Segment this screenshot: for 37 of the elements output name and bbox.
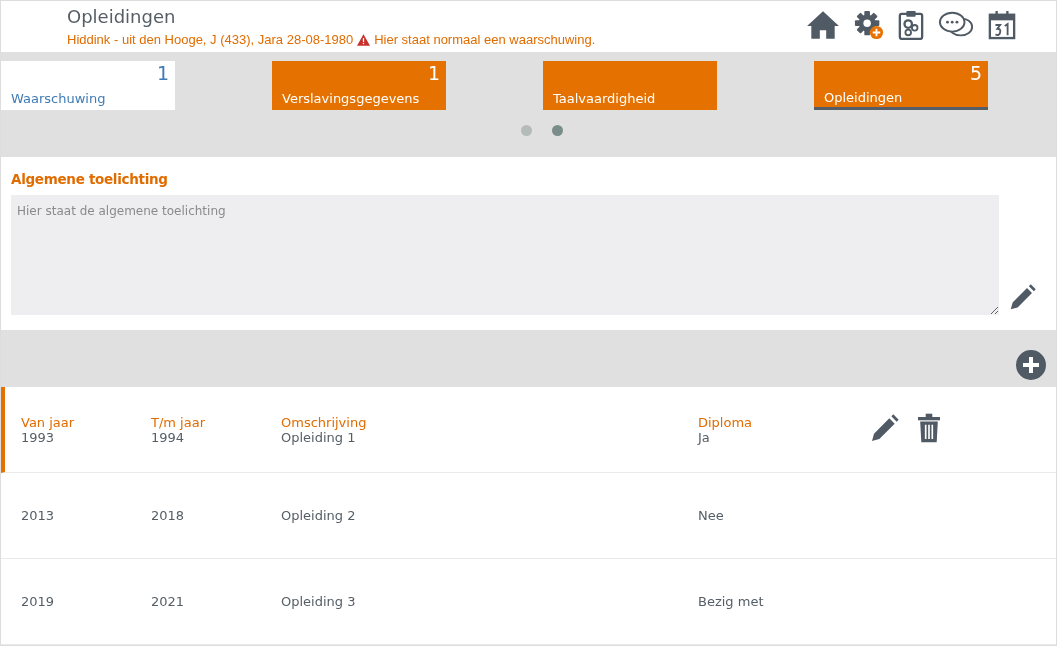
- tile-button[interactable]: 1 Waarschuwing: [1, 61, 175, 110]
- column-header: Van jaar: [21, 415, 76, 430]
- section-label: Algemene toelichting: [11, 171, 169, 187]
- table-cell-text: 2018: [151, 508, 186, 523]
- table-row[interactable]: 2019 2021 Opleiding 3 Bezig met: [1, 559, 1056, 645]
- table-cell-text: 1993: [21, 430, 56, 445]
- add-icon[interactable]: [1016, 350, 1046, 380]
- table-row[interactable]: 2013 2018 Opleiding 2 Nee: [1, 473, 1056, 559]
- gear-plus-icon[interactable]: [854, 10, 884, 40]
- clipboard-gears-icon[interactable]: [898, 10, 924, 40]
- table-cell-text: 2013: [21, 508, 56, 523]
- column-header: Diploma: [698, 415, 754, 430]
- calendar-icon[interactable]: [988, 10, 1016, 40]
- table-cell-text: 2019: [21, 594, 56, 609]
- pager-dot[interactable]: [551, 125, 563, 136]
- table-cell-text: Bezig met: [698, 594, 765, 609]
- table-row[interactable]: Van jaar 1993 T/m jaar 1994 Omschrijving Opleiding 1 Diploma Ja: [1, 387, 1056, 473]
- home-icon[interactable]: [806, 10, 840, 40]
- tile-button[interactable]: 5 Opleidingen: [814, 61, 988, 110]
- table-cell-text: Opleiding 3: [281, 594, 357, 609]
- table-cell-text: 1994: [151, 430, 186, 445]
- explanation-field[interactable]: Hier staat de algemene toelichting: [11, 195, 999, 315]
- pager-dot[interactable]: [520, 125, 532, 136]
- table-cell-text: Ja: [698, 430, 711, 445]
- column-header: Omschrijving: [281, 415, 368, 430]
- table-cell-text: Opleiding 2: [281, 508, 357, 523]
- tile-button[interactable]: 1 Verslavingsgegevens: [272, 61, 446, 110]
- trash-icon[interactable]: [918, 413, 940, 443]
- client-info: Hiddink - uit den Hooge, J (433), Jara 28-08-1980: [67, 32, 354, 47]
- warning-text: Hier staat normaal een waarschuwing.: [374, 32, 596, 47]
- page-title: Opleidingen: [67, 6, 177, 27]
- table-cell-text: Nee: [698, 508, 725, 523]
- tile-button[interactable]: Taalvaardigheid: [543, 61, 717, 110]
- table-cell-text: 2021: [151, 594, 186, 609]
- table-cell-text: Opleiding 1: [281, 430, 357, 445]
- column-header: T/m jaar: [151, 415, 206, 430]
- warning-icon: [357, 33, 371, 46]
